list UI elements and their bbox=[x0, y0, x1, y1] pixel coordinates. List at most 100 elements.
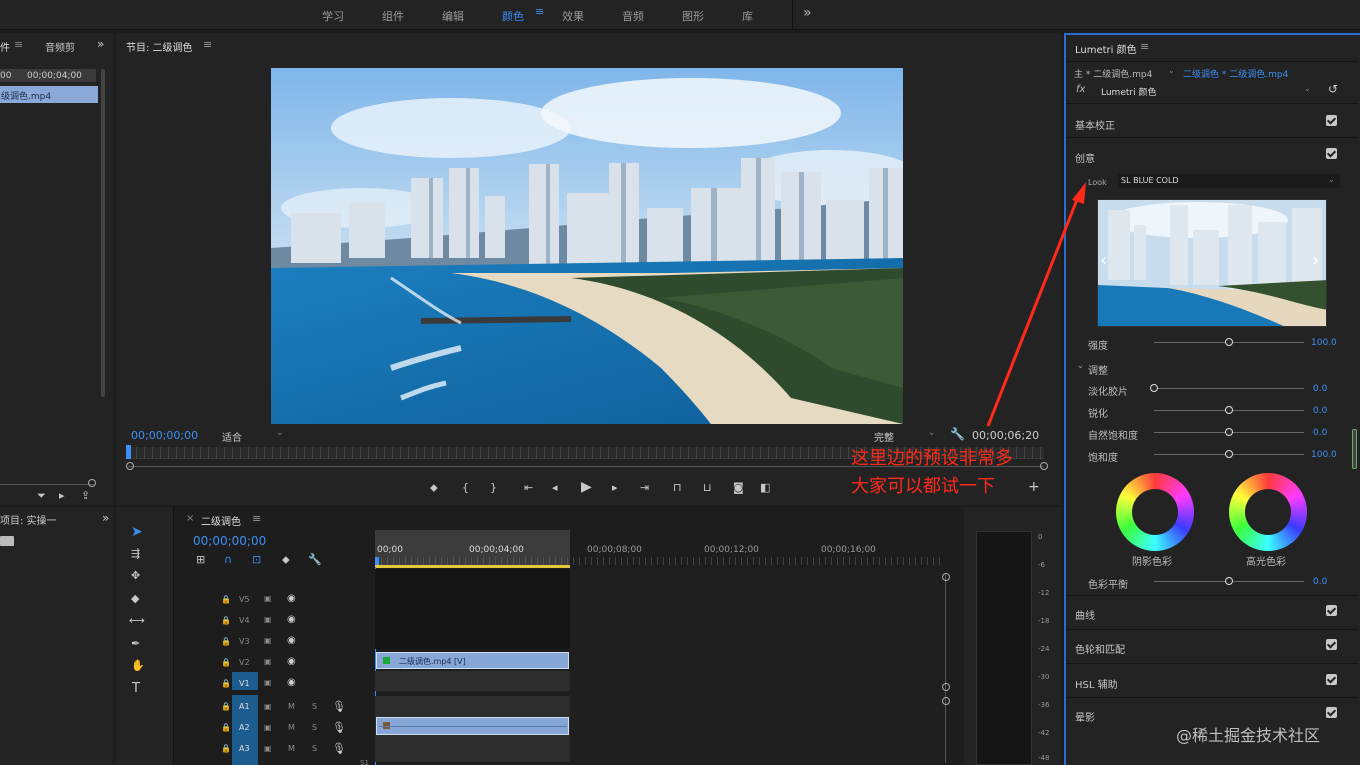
eye-icon[interactable]: ◉ bbox=[287, 677, 296, 688]
lift-icon[interactable]: ⊓ bbox=[673, 481, 682, 494]
selection-tool-icon[interactable]: ➤ bbox=[131, 524, 143, 540]
sync-icon[interactable]: ▣ bbox=[264, 723, 272, 732]
step-back-icon[interactable]: ◂ bbox=[552, 481, 558, 494]
track-select-icon[interactable]: ⇶ bbox=[131, 547, 140, 560]
scrollbar[interactable] bbox=[1352, 429, 1357, 469]
source-clip-select[interactable]: 主 * 二级调色.mp4 bbox=[1074, 67, 1152, 80]
add-marker-icon[interactable]: ⬥ bbox=[282, 553, 290, 567]
creative-checkbox[interactable] bbox=[1326, 148, 1337, 159]
settings-wrench-icon[interactable]: 🔧 bbox=[308, 553, 322, 566]
pen-icon[interactable]: ✒ bbox=[131, 637, 140, 650]
camera-icon[interactable]: ◙ bbox=[733, 481, 744, 494]
mute-button[interactable]: M bbox=[288, 702, 295, 711]
razor-icon[interactable]: ◆ bbox=[131, 592, 139, 605]
linked-icon[interactable]: ⊡ bbox=[252, 553, 261, 566]
panel-menu-icon[interactable]: ≡ bbox=[203, 38, 212, 51]
workspace-tab-editing[interactable]: 编辑 bbox=[442, 8, 464, 24]
slip-icon[interactable]: ⟷ bbox=[129, 614, 145, 627]
lumetri-panel-title[interactable]: Lumetri 颜色 bbox=[1075, 41, 1137, 56]
intensity-value[interactable]: 100.0 bbox=[1311, 338, 1337, 348]
adjust-subsection[interactable]: 调整 bbox=[1088, 362, 1108, 377]
project-tab[interactable]: 件 bbox=[0, 39, 10, 54]
playhead[interactable] bbox=[126, 445, 131, 459]
faded-film-slider-knob[interactable] bbox=[1150, 384, 1158, 392]
section-vignette[interactable]: 晕影 bbox=[1075, 709, 1095, 724]
workspace-tab-assembly[interactable]: 组件 bbox=[382, 8, 404, 24]
export-icon[interactable]: ⇪ bbox=[81, 489, 90, 502]
nest-icon[interactable]: ⊞ bbox=[196, 553, 205, 566]
chevron-left-icon[interactable]: ‹ bbox=[1100, 250, 1107, 271]
workspace-tab-color[interactable]: 颜色 bbox=[502, 8, 524, 24]
insert-icon[interactable]: ▸ bbox=[59, 489, 65, 502]
eye-icon[interactable]: ◉ bbox=[287, 614, 296, 625]
highlight-tint-wheel[interactable] bbox=[1229, 473, 1307, 551]
close-icon[interactable]: × bbox=[186, 513, 194, 524]
workspace-tab-effects[interactable]: 效果 bbox=[562, 8, 584, 24]
mark-out-icon[interactable]: } bbox=[490, 481, 497, 494]
zoom-select[interactable]: 适合 bbox=[222, 429, 242, 444]
sync-icon[interactable]: ▣ bbox=[264, 744, 272, 753]
color-wheels-checkbox[interactable] bbox=[1326, 639, 1337, 650]
solo-button[interactable]: S bbox=[312, 702, 317, 711]
microphone-icon[interactable]: 🎙 bbox=[332, 721, 346, 734]
hand-icon[interactable]: ✋ bbox=[131, 659, 145, 672]
type-tool-icon[interactable]: T bbox=[132, 681, 140, 696]
marker-icon[interactable]: ⬥ bbox=[430, 481, 438, 495]
playhead[interactable] bbox=[375, 557, 379, 565]
filter-icon[interactable]: ⏷ bbox=[37, 489, 46, 503]
mute-button[interactable]: M bbox=[288, 723, 295, 732]
section-color-wheels[interactable]: 色轮和匹配 bbox=[1075, 641, 1125, 656]
section-basic-correction[interactable]: 基本校正 bbox=[1075, 117, 1115, 132]
chevron-right-icon[interactable]: › bbox=[1312, 250, 1319, 271]
sync-icon[interactable]: ▣ bbox=[264, 594, 272, 603]
go-to-out-icon[interactable]: ⇥ bbox=[640, 481, 649, 494]
microphone-icon[interactable]: 🎙 bbox=[332, 700, 346, 713]
section-curves[interactable]: 曲线 bbox=[1075, 607, 1095, 622]
resolution-select[interactable]: 完整 bbox=[874, 429, 894, 444]
tint-balance-slider-knob[interactable] bbox=[1225, 577, 1233, 585]
panel-menu-icon[interactable]: ≡ bbox=[252, 512, 261, 525]
vibrance-slider-knob[interactable] bbox=[1225, 428, 1233, 436]
reset-icon[interactable]: ↺ bbox=[1328, 82, 1338, 96]
sync-icon[interactable]: ▣ bbox=[264, 702, 272, 711]
vignette-checkbox[interactable] bbox=[1326, 707, 1337, 718]
saturation-slider-knob[interactable] bbox=[1225, 450, 1233, 458]
faded-film-slider[interactable] bbox=[1154, 388, 1304, 389]
mark-in-icon[interactable]: { bbox=[462, 481, 469, 494]
sync-icon[interactable]: ▣ bbox=[264, 615, 272, 624]
video-clip[interactable]: 二级调色.mp4 [V] bbox=[376, 652, 569, 669]
ripple-edit-icon[interactable]: ✥ bbox=[131, 569, 140, 582]
clip-item[interactable]: 级调色.mp4 bbox=[0, 86, 98, 103]
effect-select[interactable]: Lumetri 颜色 bbox=[1101, 85, 1156, 98]
hamburger-menu-icon[interactable]: ≡ bbox=[535, 6, 544, 17]
sync-icon[interactable]: ▣ bbox=[264, 636, 272, 645]
go-to-in-icon[interactable]: ⇤ bbox=[524, 481, 533, 494]
sequence-tab[interactable]: 二级调色 bbox=[201, 513, 241, 528]
more-panels-icon[interactable]: » bbox=[97, 37, 104, 51]
extract-icon[interactable]: ⊔ bbox=[703, 481, 712, 494]
add-button-icon[interactable]: + bbox=[1028, 479, 1040, 495]
audio-clip-tab[interactable]: 音频剪 bbox=[45, 39, 75, 54]
play-icon[interactable]: ▶ bbox=[581, 479, 592, 495]
timeline-timecode[interactable]: 00;00;00;00 bbox=[193, 534, 266, 548]
mute-button[interactable]: M bbox=[288, 744, 295, 753]
compare-icon[interactable]: ◧ bbox=[760, 481, 770, 494]
video-frame[interactable] bbox=[271, 68, 903, 424]
solo-button[interactable]: S bbox=[312, 744, 317, 753]
workspace-tab-audio[interactable]: 音频 bbox=[622, 8, 644, 24]
section-hsl-secondary[interactable]: HSL 辅助 bbox=[1075, 676, 1118, 691]
more-panels-icon[interactable]: » bbox=[102, 511, 109, 525]
wrench-icon[interactable]: 🔧 bbox=[950, 427, 965, 441]
more-workspaces-icon[interactable]: » bbox=[803, 5, 812, 21]
microphone-icon[interactable]: 🎙 bbox=[332, 742, 346, 755]
step-forward-icon[interactable]: ▸ bbox=[612, 481, 618, 494]
intensity-slider-knob[interactable] bbox=[1225, 338, 1233, 346]
shadow-tint-wheel[interactable] bbox=[1116, 473, 1194, 551]
eye-icon[interactable]: ◉ bbox=[287, 656, 296, 667]
eye-icon[interactable]: ◉ bbox=[287, 593, 296, 604]
solo-button[interactable]: S bbox=[312, 723, 317, 732]
curves-checkbox[interactable] bbox=[1326, 605, 1337, 616]
panel-menu-icon[interactable]: ≡ bbox=[1140, 40, 1149, 53]
sequence-clip-link[interactable]: 二级调色 * 二级调色.mp4 bbox=[1183, 67, 1288, 80]
scrollbar[interactable] bbox=[101, 69, 105, 397]
